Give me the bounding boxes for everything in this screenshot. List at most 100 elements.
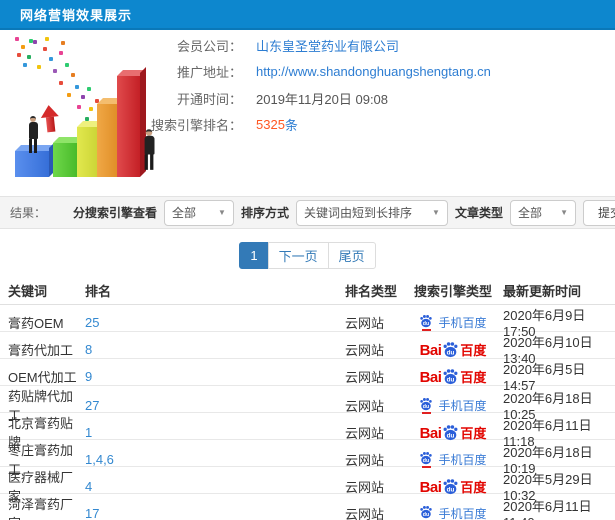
baidu-logo: Bai du 百度: [419, 341, 487, 359]
svg-text:du: du: [447, 432, 455, 439]
chevron-down-icon: ▼: [218, 208, 226, 217]
page-title: 网络营销效果展示: [20, 7, 133, 23]
svg-text:du: du: [447, 349, 455, 356]
engine-rank-count: 5325: [256, 117, 285, 133]
businessman-figure-left: [25, 116, 41, 153]
info-row-url: 推广地址： http://www.shandonghuangshengtang.…: [130, 59, 615, 86]
rank-type-cell: 云网站: [345, 506, 385, 520]
table-row: 药贴牌代加工 27 云网站 du 手机百度 2020年6月18日 10:25: [0, 386, 615, 423]
rank-link[interactable]: 8: [85, 342, 92, 357]
engine-filter-select[interactable]: 全部 ▼: [163, 199, 234, 226]
member-info-panel: 会员公司： 山东皇圣堂药业有限公司 推广地址： http://www.shand…: [130, 32, 615, 138]
mobile-baidu-logo: du 手机百度: [419, 505, 487, 520]
top-section: 会员公司： 山东皇圣堂药业有限公司 推广地址： http://www.shand…: [0, 32, 615, 194]
title-bar: 网络营销效果展示: [0, 0, 615, 30]
rank-cell: 1,4,6: [85, 452, 345, 467]
rank-link[interactable]: 27: [85, 398, 99, 413]
updated-time-cell: 2020年6月11日 11:40: [503, 499, 592, 520]
svg-text:du: du: [447, 486, 455, 493]
illustration-bar-green: [53, 143, 79, 177]
engine-type-cell: du 手机百度: [403, 451, 503, 468]
table-row: 北京膏药贴牌 1 云网站 Bai du 百度 2020年6月11日 11:18: [0, 413, 615, 450]
baidu-paw-icon: du: [420, 314, 433, 327]
article-type-select[interactable]: 全部 ▼: [509, 199, 576, 226]
table-row: 菏泽膏药厂家 17 云网站 du 手机百度 2020年6月11日 11:40: [0, 494, 615, 520]
sort-select[interactable]: 关键词由短到长排序 ▼: [295, 199, 448, 226]
mobile-baidu-logo: du 手机百度: [419, 397, 487, 414]
sort-label: 排序方式: [240, 206, 289, 220]
confetti-decoration: [15, 37, 19, 41]
results-table: 关键词 排名 排名类型 搜索引擎类型 最新更新时间 膏药OEM 25 云网站 du 手机…: [0, 277, 615, 520]
rank-link[interactable]: 17: [85, 506, 99, 520]
rank-type-cell: 云网站: [345, 452, 385, 468]
table-row: 膏药代加工 8 云网站 Bai du 百度 2020年6月10日 13:40: [0, 332, 615, 366]
engine-type-cell: du 手机百度: [403, 314, 503, 331]
rank-type-cell: 云网站: [345, 315, 385, 331]
rank-link[interactable]: 25: [85, 315, 99, 330]
engine-type-cell: Bai du 百度: [403, 424, 503, 441]
baidu-paw-icon: du: [420, 505, 433, 518]
table-row: 医疗器械厂家 4 云网站 Bai du 百度 2020年5月29日 10:32: [0, 467, 615, 504]
promo-url-link[interactable]: http://www.shandonghuangshengtang.cn: [256, 64, 491, 79]
baidu-logo-cn: 百度: [460, 342, 487, 358]
baidu-paw-icon: du: [443, 478, 458, 494]
rank-link[interactable]: 1: [85, 425, 92, 440]
info-row-opened: 开通时间： 2019年11月20日 09:08: [130, 85, 615, 112]
svg-text:du: du: [447, 376, 455, 383]
table-row: 枣庄膏药加工 1,4,6 云网站 du 手机百度 2020年6月18日 10:19: [0, 440, 615, 477]
rank-link[interactable]: 1,4,6: [85, 452, 114, 467]
mobile-baidu-underline: [421, 465, 431, 468]
baidu-logo-text: Bai: [419, 341, 442, 359]
svg-text:du: du: [423, 321, 429, 327]
opened-time-label: 开通时间：: [176, 91, 242, 107]
svg-text:du: du: [423, 458, 429, 464]
rank-cell: 17: [85, 506, 345, 520]
company-label: 会员公司：: [176, 38, 242, 54]
engine-rank-unit: 条: [284, 118, 298, 134]
engine-type-cell: Bai du 百度: [403, 478, 503, 495]
engine-filter-label: 分搜索引擎查看: [72, 206, 157, 220]
rank-link[interactable]: 9: [85, 369, 92, 384]
mobile-baidu-paw: du: [419, 397, 433, 414]
col-header-updated: 最新更新时间: [503, 284, 582, 299]
filter-bar: 结果： 分搜索引擎查看 全部 ▼ 排序方式 关键词由短到长排序 ▼ 文章类型 全…: [0, 196, 615, 229]
keyword-cell: OEM代加工: [8, 369, 77, 385]
opened-time-value: 2019年11月20日 09:08: [256, 91, 389, 107]
submit-button[interactable]: 提交: [582, 199, 615, 226]
mobile-baidu-paw: du: [419, 314, 433, 331]
rank-cell: 27: [85, 398, 345, 413]
keyword-cell: 膏药代加工: [8, 342, 74, 358]
table-row: 膏药OEM 25 云网站 du 手机百度 2020年6月9日 17:50: [0, 305, 615, 339]
baidu-logo-cn: 百度: [460, 479, 487, 495]
svg-text:du: du: [423, 512, 429, 518]
rank-type-cell: 云网站: [345, 479, 385, 495]
baidu-logo: Bai du 百度: [420, 424, 487, 441]
svg-text:du: du: [423, 404, 429, 410]
company-link[interactable]: 山东皇圣堂药业有限公司: [256, 36, 399, 55]
mobile-baidu-paw: du: [419, 451, 433, 468]
mobile-baidu-underline: [421, 411, 431, 414]
baidu-logo-text: Bai: [419, 478, 442, 496]
mobile-baidu-label: 手机百度: [438, 452, 487, 467]
baidu-logo-cn: 百度: [460, 425, 487, 441]
engine-type-cell: Bai du 百度: [403, 368, 503, 385]
last-page-button[interactable]: 尾页: [327, 242, 376, 269]
rank-cell: 4: [85, 479, 345, 494]
baidu-logo-cn: 百度: [460, 369, 487, 385]
article-type-label: 文章类型: [454, 206, 503, 220]
mobile-baidu-label: 手机百度: [438, 315, 487, 330]
page-1-button[interactable]: 1: [239, 242, 269, 269]
rank-type-cell: 云网站: [345, 425, 385, 441]
chevron-down-icon: ▼: [560, 208, 568, 217]
rank-cell: 1: [85, 425, 345, 440]
rank-link[interactable]: 4: [85, 479, 92, 494]
engine-type-cell: du 手机百度: [403, 397, 503, 414]
col-header-keyword: 关键词: [8, 284, 48, 299]
mobile-baidu-logo: du 手机百度: [419, 451, 487, 468]
mobile-baidu-underline: [421, 328, 431, 331]
col-header-engine-type: 搜索引擎类型: [413, 284, 492, 299]
rank-type-cell: 云网站: [345, 398, 385, 414]
engine-rank-label: 搜索引擎排名：: [150, 118, 242, 134]
next-page-button[interactable]: 下一页: [267, 242, 329, 269]
baidu-logo: Bai du 百度: [419, 478, 487, 496]
